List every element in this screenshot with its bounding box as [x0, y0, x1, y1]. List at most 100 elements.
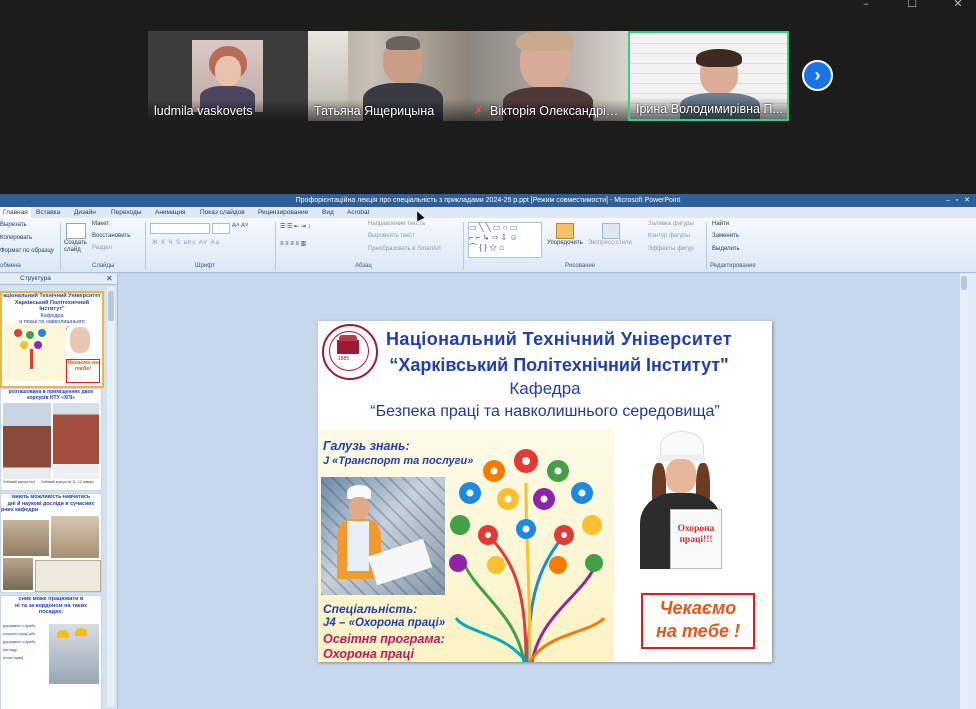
slide-thumbnail[interactable]: мають можливість навчатись дні й наукові…	[0, 493, 102, 593]
thumb-text: аціональний Технічний Університет	[3, 293, 101, 299]
participant-tile[interactable]: ludmila vaskovets	[148, 31, 308, 121]
slide[interactable]: 1885 Національний Технічний Університет …	[318, 321, 772, 662]
minimize-button[interactable]: –	[852, 0, 880, 10]
smartart-button[interactable]: Преобразовать в SmartArt	[368, 246, 441, 252]
window-controls[interactable]: – ▫ ✕	[946, 194, 970, 207]
group-label-paragraph: Абзац	[355, 263, 372, 269]
slide-title-line2: “Харківський Політехнічний Інститут"	[389, 355, 729, 375]
format-painter-button[interactable]: Формат по образцу	[0, 248, 54, 254]
slide-thumbnail[interactable]: розташована в приміщеннях двох корпусів …	[0, 388, 102, 491]
next-participants-button[interactable]: ›	[802, 60, 833, 91]
program-label: Освітня програма:	[323, 632, 445, 646]
field-label: Галузь знань:	[323, 439, 410, 453]
font-size-select[interactable]	[212, 223, 230, 234]
tab-transitions[interactable]: Переходы	[111, 207, 142, 218]
lab-sign-photo	[35, 560, 101, 592]
tab-home[interactable]: Главная	[0, 207, 31, 218]
select-button[interactable]: Выделить	[712, 246, 740, 252]
quick-styles-icon	[602, 223, 620, 239]
thumb-text: корпусів НТУ «ХПІ»	[27, 395, 75, 401]
thumb-list: державної служби охорони праці або держа…	[3, 622, 47, 662]
align-buttons[interactable]: ≡ ≡ ≡ ≡ ▥	[280, 240, 306, 247]
new-slide-icon	[66, 223, 86, 239]
thumb-caption: Учбовий корпус №1	[3, 480, 36, 484]
sign-text: Охорона праці!!!	[677, 524, 715, 545]
ribbon-tabs: Главная Вставка Дизайн Переходы Анимация…	[0, 207, 976, 218]
copy-button[interactable]: Копировать	[0, 235, 32, 241]
slide-thumbnail[interactable]: сник може працювати в ні та за кордоном …	[0, 595, 102, 709]
section-button[interactable]: Раздел	[92, 245, 112, 251]
lab-photo	[3, 558, 33, 590]
thumb-list-item: атних праці	[3, 656, 24, 660]
shapes-gallery[interactable]: ▭ ╲ ╲ ▭ ○ ▭ ⌐ ⌐ ↳ ⇨ ⇩ ☺ ⌒ { } ☆ ⌂	[468, 222, 542, 258]
window-title: Профорієнтаційна лекція про спеціальніст…	[295, 197, 681, 204]
tab-outline[interactable]: Структура	[20, 275, 51, 282]
ribbon: Вырезать Копировать Формат по образцу об…	[0, 218, 976, 273]
participant-name: Вікторія Олександрівна	[490, 104, 624, 118]
find-button[interactable]: Найти	[712, 221, 729, 227]
thumb-list-item: охорони праці або	[3, 632, 36, 636]
participant-tile[interactable]: Татьяна Ящерицына	[308, 31, 468, 121]
tab-acrobat[interactable]: Acrobat	[347, 207, 369, 218]
slide-title-line1: Національний Технічний Університет	[386, 329, 732, 349]
slide-dept-label: Кафедра	[509, 379, 581, 398]
participant-name: ludmila vaskovets	[154, 104, 253, 118]
participant-tile-active[interactable]: Ірина Володимирівна П...	[628, 31, 789, 121]
tab-review[interactable]: Рецензирование	[258, 207, 308, 218]
program-value: Охорона праці	[323, 647, 415, 661]
align-text-button[interactable]: Выровнять текст	[368, 233, 415, 239]
window-title-bar: Профорієнтаційна лекція про спеціальніст…	[0, 194, 976, 207]
thumb-list-item: державної служби	[3, 624, 36, 628]
quick-styles-button[interactable]: Экспресс-стили	[588, 240, 632, 246]
lab-photo	[51, 516, 99, 558]
thumb-text: посадах:	[38, 609, 64, 615]
tab-slideshow[interactable]: Показ слайдов	[200, 207, 245, 218]
cut-button[interactable]: Вырезать	[0, 222, 27, 228]
cta-line2: на тебе !	[655, 621, 741, 641]
shape-outline-button[interactable]: Контур фигуры	[648, 233, 690, 239]
canvas-scrollbar[interactable]	[960, 273, 968, 709]
thumb-list-item: державної служби	[3, 640, 36, 644]
close-button[interactable]: ✕	[944, 0, 972, 10]
group-label-drawing: Рисование	[565, 263, 596, 269]
slide-dept-name: “Безпека праці та навколишнього середови…	[370, 403, 720, 420]
replace-button[interactable]: Заменить	[712, 233, 739, 239]
slides-pane: Структура ✕ аціональний Технічний Універ…	[0, 273, 118, 709]
tab-view[interactable]: Вид	[322, 207, 334, 218]
participant-name: Татьяна Ящерицына	[314, 104, 435, 118]
font-format-buttons[interactable]: Ж К Ч S abc AV Aa	[152, 240, 220, 246]
close-pane-icon[interactable]: ✕	[106, 274, 113, 283]
participant-name: Ірина Володимирівна П...	[636, 102, 783, 116]
thumb-text: мають можливість навчатись	[11, 494, 91, 500]
list-buttons[interactable]: ☰ ☰ ⇤ ⇥ ↕	[280, 223, 310, 230]
reset-button[interactable]: Восстановить	[92, 233, 130, 239]
arrange-button[interactable]: Упорядочить	[547, 240, 583, 246]
shape-fill-button[interactable]: Заливка фигуры	[648, 221, 694, 227]
tree-graphic	[10, 329, 56, 369]
pane-scrollbar[interactable]	[107, 287, 115, 707]
new-slide-button[interactable]: Создать слайд	[64, 240, 88, 254]
tab-insert[interactable]: Вставка	[36, 207, 60, 218]
thumb-text: рних кафедри	[1, 507, 39, 513]
participant-tile[interactable]: ✗ Вікторія Олександрівна	[468, 31, 628, 121]
arrange-icon	[556, 223, 574, 239]
cta-box: Чекаємо на тебе !	[641, 593, 755, 649]
thumb-caption: Учбовий корпус № 11, 12 поверх	[41, 480, 94, 484]
safety-worker-photo: Охорона праці!!!	[630, 429, 726, 569]
shape-effects-button[interactable]: Эффекты фигур	[648, 246, 694, 252]
worker-image	[70, 327, 90, 353]
font-name-select[interactable]	[150, 223, 210, 234]
safety-tree-graphic	[449, 449, 606, 662]
tab-design[interactable]: Дизайн	[74, 207, 96, 218]
font-grow-icon[interactable]: A˄ A˅	[232, 223, 248, 229]
maximize-button[interactable]: ☐	[898, 0, 926, 10]
engineer-photo	[321, 477, 445, 595]
layout-button[interactable]: Макет	[92, 221, 109, 227]
tab-animation[interactable]: Анимация	[155, 207, 186, 218]
specialty-value: J4 – «Охорона праці»	[323, 617, 446, 629]
text-direction-button[interactable]: Направление текста	[368, 221, 425, 227]
group-label-clipboard: обмена	[0, 263, 21, 269]
group-label-slides: Слайды	[92, 263, 115, 269]
building-photo	[3, 403, 51, 479]
slide-thumbnail[interactable]: аціональний Технічний Університет Харків…	[0, 291, 104, 388]
